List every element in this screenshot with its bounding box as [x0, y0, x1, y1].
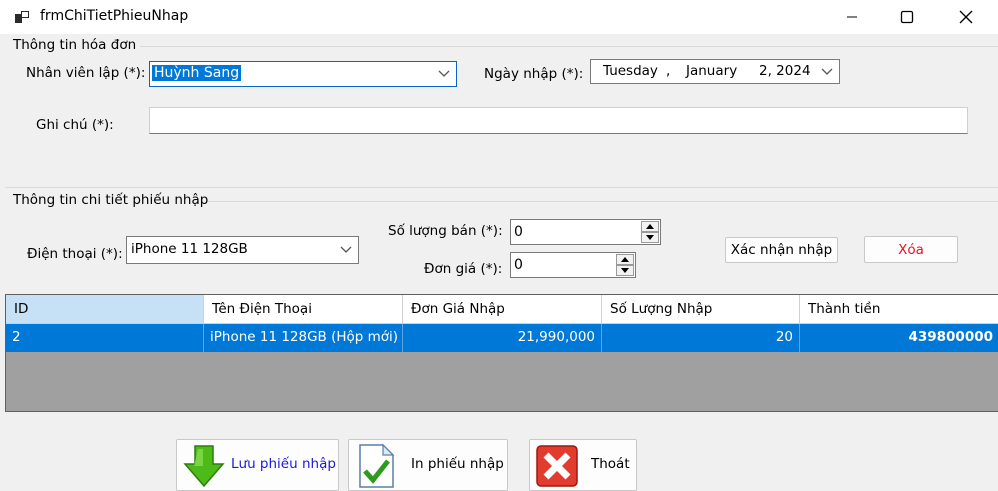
cell-price[interactable]: 21,990,000: [403, 324, 602, 352]
employee-combobox[interactable]: Huỳnh Sang: [149, 61, 457, 87]
qty-stepper[interactable]: 0: [510, 219, 661, 245]
cell-id[interactable]: 2: [6, 324, 204, 352]
exit-button[interactable]: Thoát: [529, 439, 637, 491]
date-label: Ngày nhập (*):: [484, 66, 584, 82]
arrow-down-icon: [621, 268, 629, 273]
qty-up-button[interactable]: [641, 221, 659, 232]
chevron-down-icon: [438, 70, 450, 77]
invoice-group-border: [140, 46, 998, 47]
confirm-import-button[interactable]: Xác nhận nhập: [725, 237, 838, 263]
chevron-down-icon: [821, 68, 833, 75]
maximize-button[interactable]: [884, 0, 930, 34]
table-row[interactable]: 2 iPhone 11 128GB (Hộp mới) 21,990,000 2…: [6, 324, 998, 352]
exit-label: Thoát: [591, 456, 630, 472]
date-day-year: 2, 2024: [759, 63, 811, 79]
cell-qty[interactable]: 20: [602, 324, 800, 352]
price-down-button[interactable]: [616, 265, 634, 276]
price-label: Đơn giá (*):: [424, 261, 503, 277]
close-button[interactable]: [943, 0, 989, 34]
column-header-qty[interactable]: Số Lượng Nhập: [602, 295, 800, 324]
phone-value: iPhone 11 128GB: [131, 241, 248, 257]
date-month: January: [686, 63, 738, 79]
arrow-up-icon: [646, 224, 654, 229]
detail-group-title: Thông tin chi tiết phiếu nhập: [13, 192, 209, 208]
print-import-button[interactable]: In phiếu nhập: [348, 439, 508, 491]
date-weekday: Tuesday: [603, 63, 658, 79]
minimize-button[interactable]: [829, 0, 875, 34]
price-up-button[interactable]: [616, 254, 634, 265]
chevron-down-icon: [340, 246, 352, 253]
note-label: Ghi chú (*):: [36, 117, 114, 133]
cell-name[interactable]: iPhone 11 128GB (Hộp mới): [204, 324, 403, 352]
save-import-button[interactable]: Lưu phiếu nhập: [176, 439, 339, 491]
column-header-id[interactable]: ID: [6, 295, 204, 324]
document-check-icon: [359, 443, 395, 488]
phone-combobox[interactable]: iPhone 11 128GB: [126, 236, 359, 264]
minimize-icon: [847, 16, 857, 18]
date-separator: ,: [666, 63, 671, 79]
maximize-icon: [900, 10, 914, 24]
cell-total[interactable]: 439800000: [800, 324, 998, 352]
detail-group-border: [208, 201, 998, 202]
qty-value: 0: [514, 224, 523, 240]
app-icon: [14, 9, 30, 25]
invoice-group-title: Thông tin hóa đơn: [13, 37, 137, 53]
note-input[interactable]: [149, 107, 968, 134]
arrow-up-icon: [621, 257, 629, 262]
import-detail-grid[interactable]: ID Tên Điện Thoại Đơn Giá Nhập Số Lượng …: [5, 294, 998, 412]
column-header-name[interactable]: Tên Điện Thoại: [204, 295, 403, 324]
save-import-label: Lưu phiếu nhập: [231, 456, 336, 472]
column-header-price[interactable]: Đơn Giá Nhập: [403, 295, 602, 324]
arrow-down-icon: [646, 235, 654, 240]
date-picker[interactable]: Tuesday , January 2, 2024: [590, 59, 840, 84]
qty-label: Số lượng bán (*):: [388, 223, 503, 239]
grid-header: ID Tên Điện Thoại Đơn Giá Nhập Số Lượng …: [6, 295, 998, 324]
price-stepper[interactable]: 0: [510, 252, 636, 278]
close-icon: [959, 10, 973, 24]
price-value: 0: [514, 257, 523, 273]
window-title: frmChiTietPhieuNhap: [40, 8, 189, 24]
arrow-down-icon: [183, 445, 225, 488]
employee-value: Huỳnh Sang: [152, 65, 242, 81]
employee-label: Nhân viên lập (*):: [26, 65, 146, 81]
invoice-group-bottom: [5, 187, 998, 188]
close-icon: [536, 445, 578, 487]
column-header-total[interactable]: Thành tiền: [800, 295, 998, 324]
phone-label: Điện thoại (*):: [27, 246, 123, 262]
qty-down-button[interactable]: [641, 232, 659, 243]
delete-button[interactable]: Xóa: [864, 236, 958, 263]
print-import-label: In phiếu nhập: [411, 456, 504, 472]
